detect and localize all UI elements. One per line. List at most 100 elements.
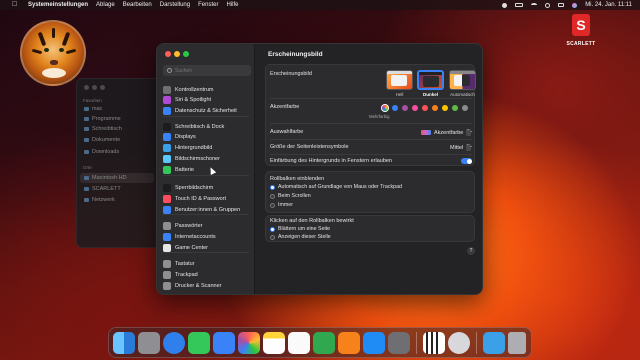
accent-swatch[interactable] [432,105,438,111]
menu-ablage[interactable]: Ablage [96,2,115,8]
scarlett-logo-text: SCARLETT [566,41,596,47]
accent-swatch[interactable] [442,105,448,111]
menu-fenster[interactable]: Fenster [198,2,218,8]
sidebar-item-datenschutz-sicherheit[interactable]: Datenschutz & Sicherheit [163,106,249,116]
finder-item-label: SCARLETT [92,186,121,192]
menu-datetime[interactable]: Mi. 24. Jan. 11:11 [585,2,632,8]
zoom-button[interactable] [183,51,189,57]
siri-icon[interactable] [572,2,578,8]
sidebar-item-trackpad[interactable]: Trackpad [163,270,249,280]
sidebar-item-icon [163,195,171,203]
download-icon [84,150,89,154]
accent-swatch[interactable] [452,105,458,111]
accent-swatch[interactable] [422,105,428,111]
finder-window[interactable]: Favoriten mac Programme Schreibtisch Dok… [76,78,162,248]
search-input[interactable] [175,67,245,74]
freeform-dock-icon[interactable] [288,331,310,354]
sidebar-item-label: Game Center [175,245,209,251]
accent-swatch[interactable] [392,105,398,111]
record-icon[interactable] [502,2,508,8]
menu-app-name[interactable]: Systemeinstellungen [28,2,88,8]
wallpaper-tinting-label: Einfärbung des Hintergrunds in Fenstern … [270,158,392,164]
drive-icon [84,187,89,191]
control-center-icon[interactable] [558,3,565,7]
finder-item-label: mac [92,106,103,112]
sidebar-size-popup[interactable]: Mittel ⌃⌄ [450,144,473,151]
mail-dock-icon[interactable] [213,331,235,354]
sidebar-item-internetaccounts[interactable]: Internetaccounts [163,232,249,242]
radio-label: Anzeigen dieser Stelle [278,234,331,240]
wallpaper-tinting-toggle[interactable] [461,158,472,164]
sidebar-item-icon [163,144,171,152]
click-option-page[interactable]: Blättern um eine Seite [270,226,330,232]
program-dock-icon[interactable] [448,331,470,354]
sidebar-item-kontrollzentrum[interactable]: Kontrollzentrum [163,85,249,95]
finder-item-schreibtisch[interactable]: Schreibtisch [84,126,122,132]
trash-dock-icon[interactable] [508,331,526,354]
scrollbars-option-always[interactable]: Immer [270,202,293,208]
help-button[interactable]: ? [467,247,475,255]
sidebar-item-icon [163,96,171,104]
wifi-icon[interactable] [531,3,538,7]
notes-dock-icon[interactable] [263,331,285,354]
sidebar-item-icon [163,260,171,268]
sidebar-item-displays[interactable]: Displays [163,132,249,142]
system-settings-dock-icon[interactable] [388,331,410,354]
sidebar-item-label: Displays [175,134,196,140]
safari-dock-icon[interactable] [163,331,185,354]
settings-sidebar: Kontrollzentrum Siri & Spotlight Datenschu… [157,44,255,294]
menu-darstellung[interactable]: Darstellung [160,2,190,8]
sidebar-item-label: Tastatur [175,261,195,267]
pages-dock-icon[interactable] [338,331,360,354]
photos-dock-icon[interactable] [238,331,260,354]
finder-item-downloads[interactable]: Downloads [84,149,119,155]
click-option-spot[interactable]: Anzeigen dieser Stelle [270,234,331,240]
sidebar-item-drucker-scanner[interactable]: Drucker & Scanner [163,281,249,291]
sidebar-item-schreibtisch-dock[interactable]: Schreibtisch & Dock [163,122,249,132]
sidebar-item-tastatur[interactable]: Tastatur [163,259,249,269]
scrollbars-option-auto[interactable]: Automatisch auf Grundlage von Maus oder … [270,184,402,190]
appearance-option-automatisch[interactable]: Automatisch [449,70,476,97]
settings-window[interactable]: Kontrollzentrum Siri & Spotlight Datenschu… [156,43,483,295]
accent-swatch-multicolor[interactable] [382,105,388,111]
accent-swatch[interactable] [462,105,468,111]
finder-item-scarlett[interactable]: SCARLETT [84,186,121,192]
appearance-option-hell[interactable]: Hell [386,70,413,97]
sidebar-item-hintergrundbild[interactable]: Hintergrundbild [163,143,249,153]
app-store-dock-icon[interactable] [363,331,385,354]
apple-icon[interactable]:  [12,1,20,9]
finder-item-dokumente[interactable]: Dokumente [84,137,120,143]
messages-dock-icon[interactable] [188,331,210,354]
battery-icon[interactable] [515,3,524,7]
finder-traffic-lights[interactable] [84,85,105,90]
finder-item-programme[interactable]: Programme [84,116,121,122]
sidebar-item-batterie[interactable]: Batterie [163,165,249,175]
accent-swatch[interactable] [412,105,418,111]
auto-thumbnail [449,70,476,90]
numbers-dock-icon[interactable] [313,331,335,354]
highlight-color-popup[interactable]: Akzentfarbe ⌃⌄ [421,129,473,136]
piano-dock-icon[interactable] [423,331,445,354]
divider [270,139,472,140]
finder-item-netzwerk[interactable]: Netzwerk [84,197,115,203]
sidebar-item-siri-spotlight[interactable]: Siri & Spotlight [163,95,249,105]
scrollbars-option-scrolling[interactable]: Beim Scrollen [270,193,311,199]
sidebar-item-sperrbildschirm[interactable]: Sperrbildschirm [163,183,249,193]
downloads-dock-icon[interactable] [483,331,505,354]
search-field[interactable] [163,65,251,76]
launchpad-dock-icon[interactable] [138,331,160,354]
finder-item-macintosh-hd[interactable]: Macintosh HD [84,175,127,181]
sidebar-item-passwörter[interactable]: Passwörter [163,221,249,231]
close-button[interactable] [165,51,171,57]
finder-item-mac[interactable]: mac [84,106,102,112]
radio-selected [270,226,275,232]
accent-swatch[interactable] [402,105,408,111]
search-menu-icon[interactable] [545,2,551,8]
appearance-option-dunkel[interactable]: Dunkel [417,70,444,97]
menu-hilfe[interactable]: Hilfe [226,2,238,8]
sidebar-item-bildschirmschoner[interactable]: Bildschirmschoner [163,154,249,164]
sidebar-item-touch-id-passwort[interactable]: Touch ID & Passwort [163,194,249,204]
minimize-button[interactable] [174,51,180,57]
finder-dock-icon[interactable] [113,331,135,354]
menu-bearbeiten[interactable]: Bearbeiten [123,2,152,8]
